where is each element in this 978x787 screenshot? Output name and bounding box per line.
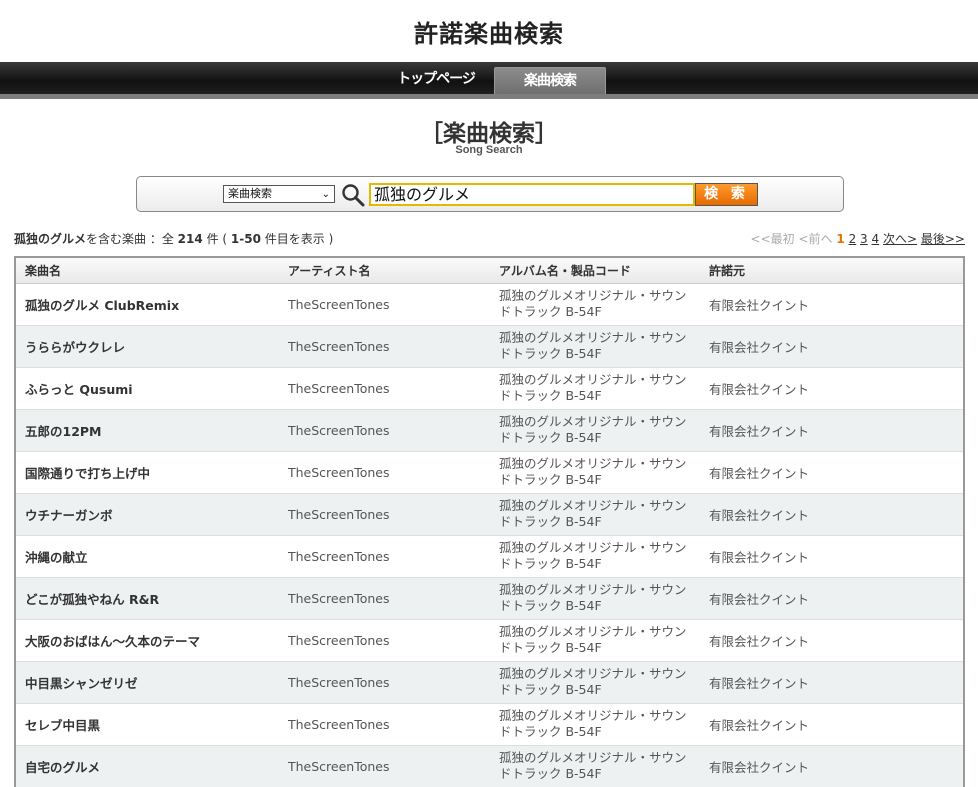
cell-artist: TheScreenTones	[279, 283, 490, 326]
cell-song: ふらっと Qusumi	[16, 367, 279, 410]
pager-prev: <前へ	[798, 232, 833, 246]
cell-song: どこが孤独やねん R&R	[16, 577, 279, 620]
cell-licensor: 有限会社クイント	[700, 535, 963, 578]
chevron-down-icon: ⌄	[321, 189, 330, 200]
cell-album: 孤独のグルメオリジナル・サウンドトラック B-54F	[490, 577, 700, 620]
cell-song: 沖縄の献立	[16, 535, 279, 578]
result-suffix: 件目を表示 )	[264, 232, 334, 246]
column-header-album: アルバム名・製品コード	[490, 258, 700, 284]
cell-album: 孤独のグルメオリジナル・サウンドトラック B-54F	[490, 451, 700, 494]
cell-artist: TheScreenTones	[279, 661, 490, 704]
cell-licensor: 有限会社クイント	[700, 493, 963, 536]
cell-album: 孤独のグルメオリジナル・サウンドトラック B-54F	[490, 745, 700, 787]
cell-licensor: 有限会社クイント	[700, 451, 963, 494]
result-unit: 件 (	[206, 232, 228, 246]
cell-album: 孤独のグルメオリジナル・サウンドトラック B-54F	[490, 703, 700, 746]
table-row[interactable]: セレブ中目黒 TheScreenTones 孤独のグルメオリジナル・サウンドトラック…	[16, 703, 963, 746]
table-row[interactable]: 孤独のグルメ ClubRemix TheScreenTones 孤独のグルメオリジナ…	[16, 283, 963, 326]
cell-licensor: 有限会社クイント	[700, 325, 963, 368]
search-button[interactable]: 検 索	[695, 183, 758, 206]
pager-page-link[interactable]: 4	[872, 232, 880, 246]
cell-song: 国際通りで打ち上げ中	[16, 451, 279, 494]
table-row[interactable]: 国際通りで打ち上げ中 TheScreenTones 孤独のグルメオリジナル・サウンド…	[16, 451, 963, 494]
search-panel: 楽曲検索 ⌄ 孤独のグルメ 検 索	[136, 176, 844, 212]
table-row[interactable]: 中目黒シャンゼリゼ TheScreenTones 孤独のグルメオリジナル・サウンドト…	[16, 661, 963, 704]
column-header-licensor: 許諾元	[700, 258, 963, 284]
cell-licensor: 有限会社クイント	[700, 367, 963, 410]
table-row[interactable]: 自宅のグルメ TheScreenTones 孤独のグルメオリジナル・サウンドトラック…	[16, 745, 963, 787]
cell-album: 孤独のグルメオリジナル・サウンドトラック B-54F	[490, 283, 700, 326]
cell-artist: TheScreenTones	[279, 577, 490, 620]
results-table: 楽曲名 アーティスト名 アルバム名・製品コード 許諾元 孤独のグルメ ClubR…	[14, 256, 965, 787]
cell-artist: TheScreenTones	[279, 367, 490, 410]
cell-licensor: 有限会社クイント	[700, 283, 963, 326]
cell-song: 五郎の12PM	[16, 409, 279, 452]
search-icon	[342, 184, 365, 207]
site-title: 許諾楽曲検索	[414, 20, 564, 48]
pager-first: <<最初	[750, 232, 795, 246]
table-row[interactable]: うららがウクレレ TheScreenTones 孤独のグルメオリジナル・サウンドトラ…	[16, 325, 963, 368]
table-row[interactable]: ウチナーガンボ TheScreenTones 孤独のグルメオリジナル・サウンドトラッ…	[16, 493, 963, 536]
search-type-value: 楽曲検索	[228, 187, 272, 200]
cell-album: 孤独のグルメオリジナル・サウンドトラック B-54F	[490, 493, 700, 536]
table-row[interactable]: ふらっと Qusumi TheScreenTones 孤独のグルメオリジナル・サウン…	[16, 367, 963, 410]
pager-page-link[interactable]: 2	[849, 232, 857, 246]
cell-licensor: 有限会社クイント	[700, 745, 963, 787]
cell-artist: TheScreenTones	[279, 535, 490, 578]
nav-top-page[interactable]: トップページ	[380, 67, 492, 91]
section-subtitle: Song Search	[455, 144, 523, 156]
pager-page-link[interactable]: 3	[860, 232, 868, 246]
cell-album: 孤独のグルメオリジナル・サウンドトラック B-54F	[490, 535, 700, 578]
cell-artist: TheScreenTones	[279, 493, 490, 536]
cell-artist: TheScreenTones	[279, 619, 490, 662]
cell-artist: TheScreenTones	[279, 451, 490, 494]
cell-artist: TheScreenTones	[279, 325, 490, 368]
table-header-row: 楽曲名 アーティスト名 アルバム名・製品コード 許諾元	[16, 258, 963, 284]
cell-song: ウチナーガンボ	[16, 493, 279, 536]
cell-song: うららがウクレレ	[16, 325, 279, 368]
cell-licensor: 有限会社クイント	[700, 619, 963, 662]
search-type-select[interactable]: 楽曲検索 ⌄	[223, 185, 335, 203]
cell-song: 大阪のおばはん～久本のテーマ	[16, 619, 279, 662]
pagination: <<最初 <前へ 1 2 3 4 次へ> 最後>>	[751, 230, 965, 247]
cell-album: 孤独のグルメオリジナル・サウンドトラック B-54F	[490, 367, 700, 410]
section-title: ［楽曲検索］	[420, 121, 558, 147]
cell-song: 中目黒シャンゼリゼ	[16, 661, 279, 704]
nav-song-search[interactable]: 楽曲検索	[494, 67, 606, 94]
cell-licensor: 有限会社クイント	[700, 409, 963, 452]
result-prefix: を含む楽曲 ：全	[86, 232, 174, 246]
cell-song: 孤独のグルメ ClubRemix	[16, 283, 279, 326]
pager-page-current: 1	[836, 232, 845, 246]
table-row[interactable]: 五郎の12PM TheScreenTones 孤独のグルメオリジナル・サウンドトラッ…	[16, 409, 963, 452]
search-input[interactable]: 孤独のグルメ	[369, 183, 695, 206]
column-header-song: 楽曲名	[16, 258, 279, 284]
result-summary: 孤独のグルメを含む楽曲 ：全 214 件 ( 1-50 件目を表示 )	[14, 230, 333, 247]
cell-artist: TheScreenTones	[279, 409, 490, 452]
result-count: 214	[177, 232, 203, 246]
pager-next[interactable]: 次へ>	[883, 232, 917, 246]
pager-last[interactable]: 最後>>	[921, 232, 965, 246]
cell-album: 孤独のグルメオリジナル・サウンドトラック B-54F	[490, 409, 700, 452]
cell-album: 孤独のグルメオリジナル・サウンドトラック B-54F	[490, 619, 700, 662]
table-row[interactable]: どこが孤独やねん R&R TheScreenTones 孤独のグルメオリジナル・サウ…	[16, 577, 963, 620]
cell-licensor: 有限会社クイント	[700, 661, 963, 704]
column-header-artist: アーティスト名	[279, 258, 490, 284]
table-body: 孤独のグルメ ClubRemix TheScreenTones 孤独のグルメオリジナ…	[16, 283, 963, 787]
table-row[interactable]: 大阪のおばはん～久本のテーマ TheScreenTones 孤独のグルメオリジナル・…	[16, 619, 963, 662]
cell-album: 孤独のグルメオリジナル・サウンドトラック B-54F	[490, 661, 700, 704]
cell-song: セレブ中目黒	[16, 703, 279, 746]
cell-artist: TheScreenTones	[279, 745, 490, 787]
navbar: トップページ 楽曲検索	[0, 62, 978, 99]
cell-album: 孤独のグルメオリジナル・サウンドトラック B-54F	[490, 325, 700, 368]
table-row[interactable]: 沖縄の献立 TheScreenTones 孤独のグルメオリジナル・サウンドトラック …	[16, 535, 963, 578]
result-query: 孤独のグルメ	[14, 232, 87, 246]
cell-artist: TheScreenTones	[279, 703, 490, 746]
cell-song: 自宅のグルメ	[16, 745, 279, 787]
cell-licensor: 有限会社クイント	[700, 577, 963, 620]
result-range: 1-50	[230, 232, 261, 246]
results-table-grid: 楽曲名 アーティスト名 アルバム名・製品コード 許諾元 孤独のグルメ ClubR…	[16, 258, 963, 787]
cell-licensor: 有限会社クイント	[700, 703, 963, 746]
